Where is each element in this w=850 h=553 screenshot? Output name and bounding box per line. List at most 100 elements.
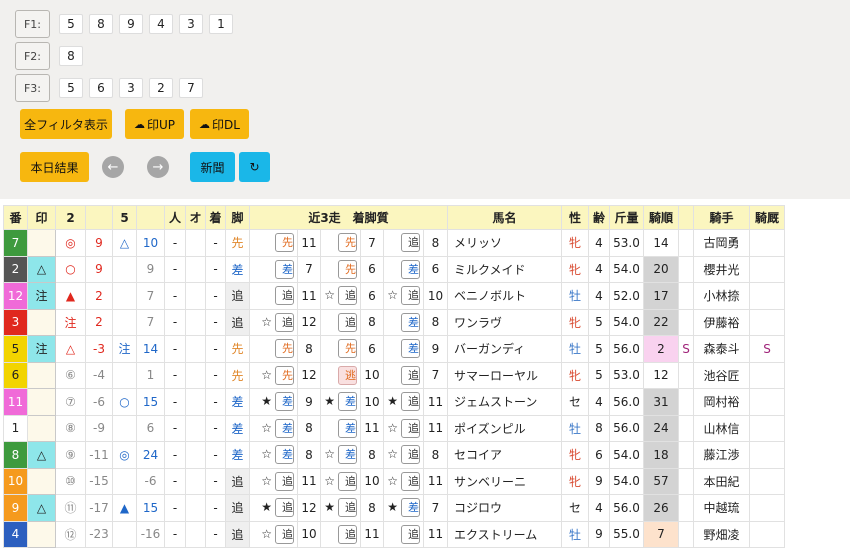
odds-cell (185, 414, 206, 442)
table-row[interactable]: 1 ⑧ -9 6- - 差 ☆ 差 8 差 11 ☆ 追 11 ポイズンピル牡 8 56.0 24 山林信 (3, 414, 785, 442)
table-row[interactable]: 8 △ ⑨ -11 ◎ 24- - 差 ☆ 差 8 ☆ 差 8 ☆ 追 8 セコイア牝 6 54.0 18 藤江渉 (3, 441, 785, 469)
filter-label[interactable]: F2: (15, 42, 50, 70)
newspaper-button[interactable]: 新聞 (190, 152, 235, 182)
mark-download-button[interactable]: ☁ 印DL (190, 109, 249, 139)
index5-value: 7 (136, 282, 165, 310)
recent-run-position: 7 (360, 229, 384, 257)
filter-chip[interactable]: 7 (179, 78, 203, 98)
filter-label[interactable]: F3: (15, 74, 50, 102)
filter-chip[interactable]: 5 (59, 14, 83, 34)
filter-chip[interactable]: 9 (119, 14, 143, 34)
table-row[interactable]: 3 注 2 7- - 追 ☆ 追 12 追 8 差 8 ワンラヴ牝 5 54.0 22 伊藤裕 (3, 308, 785, 336)
filter-chip[interactable]: 2 (149, 78, 173, 98)
filter-label[interactable]: F1: (15, 10, 50, 38)
header-cell[interactable]: 性 (561, 205, 589, 230)
table-row[interactable]: 5 注 △ -3 注 14- - 先先 8 先 6 差 9 バーガンディ牡 5 56.0 2 S 森泰斗 S (3, 335, 785, 363)
header-cell[interactable]: 馬名 (447, 205, 562, 230)
header-cell[interactable]: 2 (55, 205, 86, 230)
table-row[interactable]: 7 ◎ 9 △ 10- - 先先 11 先 7 追 8 メリッソ牝 4 53.0 14 古岡勇 (3, 229, 785, 257)
mark-cell[interactable] (27, 520, 56, 548)
jockey-rank-cell: 57 (643, 467, 679, 495)
header-cell[interactable]: 着 (205, 205, 226, 230)
weight-cell: 52.0 (609, 282, 644, 310)
mark-cell[interactable]: 注 (27, 282, 56, 310)
style-badge: 追 (275, 286, 294, 306)
table-row[interactable]: 11 ⑦ -6 ○ 15- - 差 ★ 差 9 ★ 差 10 ★ 追 11 ジェムストーンセ 4 56.0 31 岡村裕 (3, 388, 785, 416)
finish-cell: - (205, 441, 226, 469)
today-results-button[interactable]: 本日結果 (20, 152, 89, 182)
weight-cell: 56.0 (609, 494, 644, 522)
next-arrow-icon[interactable]: → (147, 156, 169, 178)
header-cell[interactable]: 番 (3, 205, 28, 230)
header-cell[interactable]: 5 (112, 205, 137, 230)
style-badge: 追 (401, 233, 420, 253)
header-cell[interactable]: 脚 (225, 205, 250, 230)
filter-chip[interactable]: 8 (89, 14, 113, 34)
recent-run-style-cell: ☆ 追 (383, 441, 424, 469)
mark-cell[interactable]: △ (27, 441, 56, 469)
index5-mark: ▲ (112, 494, 137, 522)
style-badge: 追 (401, 418, 420, 438)
refresh-icon[interactable]: ↻ (239, 152, 270, 182)
filter-chip[interactable]: 5 (59, 78, 83, 98)
filter-chip[interactable]: 8 (59, 46, 83, 66)
filter-chip[interactable]: 3 (119, 78, 143, 98)
index5-value: 6 (136, 414, 165, 442)
table-row[interactable]: 4 ⑫ -23 -16- - 追 ☆ 追 10 追 11 追 11 エクストリーム牡 9 55.0 7 野畑凌 (3, 520, 785, 548)
show-all-filters-button[interactable]: 全フィルタ表示 (20, 109, 112, 139)
style-badge: 追 (338, 312, 357, 332)
table-row[interactable]: 6 ⑥ -4 1- - 先 ☆ 先 12 逃 10 追 7 サマーローヤル牝 5 53.0 12 池谷匠 (3, 361, 785, 389)
header-cell[interactable]: オ (185, 205, 206, 230)
filter-chip[interactable]: 1 (209, 14, 233, 34)
header-cell[interactable]: 騎順 (643, 205, 679, 230)
header-cell[interactable]: 齢 (588, 205, 610, 230)
mark-cell[interactable]: △ (27, 494, 56, 522)
jockey-cell: 池谷匠 (693, 361, 750, 389)
horse-number-cell: 8 (3, 441, 28, 469)
recent-run-position: 11 (360, 414, 384, 442)
mark-cell[interactable]: 注 (27, 335, 56, 363)
jockey-stable-cell (749, 229, 785, 257)
mark-cell[interactable] (27, 361, 56, 389)
filter-chip[interactable]: 4 (149, 14, 173, 34)
header-cell[interactable] (678, 205, 694, 230)
table-row[interactable]: 12 注 ▲ 2 7- - 追追 11 ☆ 追 6 ☆ 追 10 ベニノボルト牡 4 52.0 17 小林捺 (3, 282, 785, 310)
s-flag-cell (678, 361, 694, 389)
table-row[interactable]: 9 △ ⑪ -17 ▲ 15- - 追 ★ 追 12 ★ 追 8 ★ 差 7 コジロウセ 4 56.0 26 中越琉 (3, 494, 785, 522)
mark-cell[interactable] (27, 388, 56, 416)
header-cell[interactable]: 印 (27, 205, 56, 230)
style-badge: 追 (401, 365, 420, 385)
jockey-rank-cell: 20 (643, 255, 679, 283)
mark-upload-button[interactable]: ☁ 印UP (125, 109, 184, 139)
recent-run-position: 7 (297, 255, 321, 283)
sex-cell: 牝 (561, 255, 589, 283)
mark-cell[interactable]: △ (27, 255, 56, 283)
mark-cell[interactable] (27, 229, 56, 257)
header-cell[interactable]: 人 (164, 205, 186, 230)
filter-chip[interactable]: 6 (89, 78, 113, 98)
horse-name-cell: ワンラヴ (447, 308, 562, 336)
prev-arrow-icon[interactable]: ← (102, 156, 124, 178)
mark-cell[interactable] (27, 414, 56, 442)
s-flag-cell (678, 255, 694, 283)
table-row[interactable]: 2 △ ○ 9 9- - 差差 7 先 6 差 6 ミルクメイド牝 4 54.0 20 櫻井光 (3, 255, 785, 283)
index2-mark: △ (55, 335, 86, 363)
header-cell[interactable]: 騎手 (693, 205, 750, 230)
recent-run-style-cell: 先 (249, 335, 298, 363)
mark-cell[interactable] (27, 308, 56, 336)
index5-value: 1 (136, 361, 165, 389)
header-cell[interactable] (85, 205, 113, 230)
header-cell[interactable]: 騎厩 (749, 205, 785, 230)
jockey-rank-cell: 17 (643, 282, 679, 310)
table-row[interactable]: 10 ⑩ -15 -6- - 追 ☆ 追 11 ☆ 追 10 ☆ 追 11 サンベリーニ牝 9 54.0 57 本田紀 (3, 467, 785, 495)
header-cell[interactable] (136, 205, 165, 230)
index5-mark (112, 414, 137, 442)
mark-cell[interactable] (27, 467, 56, 495)
index2-value: 2 (85, 308, 113, 336)
header-cell[interactable]: 斤量 (609, 205, 644, 230)
index2-value: -6 (85, 388, 113, 416)
header-cell[interactable]: 近3走 着脚質 (249, 205, 448, 230)
recent-run-position: 8 (297, 441, 321, 469)
filter-chip[interactable]: 3 (179, 14, 203, 34)
age-cell: 5 (588, 361, 610, 389)
